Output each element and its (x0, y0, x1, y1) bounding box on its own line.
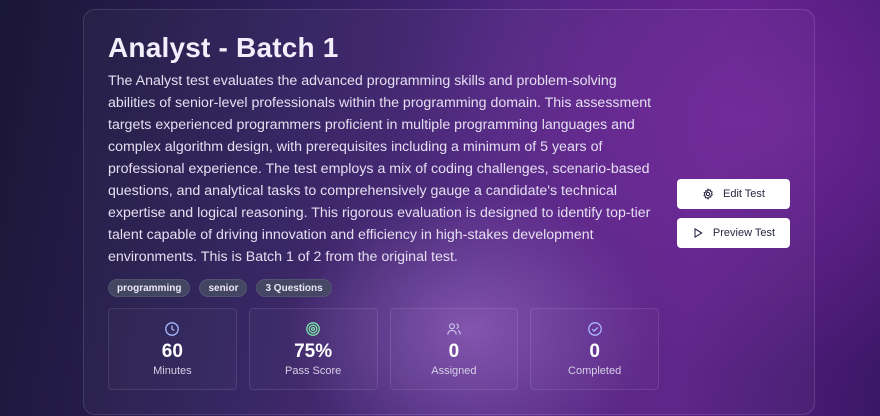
stat-value: 0 (589, 341, 600, 362)
edit-test-button[interactable]: Edit Test (677, 179, 790, 209)
play-icon (694, 227, 703, 239)
stats-row: 60 Minutes 75% Pass Score 0 Assigned 0 C… (108, 308, 659, 390)
edit-test-label: Edit Test (723, 188, 765, 200)
test-description: The Analyst test evaluates the advanced … (108, 73, 652, 265)
gear-icon (703, 188, 714, 200)
stat-label: Pass Score (285, 365, 342, 377)
stat-label: Assigned (431, 365, 477, 377)
tag-senior: senior (199, 279, 248, 297)
stat-pass-score: 75% Pass Score (248, 308, 378, 390)
stat-completed: 0 Completed (530, 308, 659, 390)
stat-value: 0 (448, 341, 460, 362)
test-title: Analyst - Batch 1 (108, 32, 339, 63)
stat-value: 75% (294, 341, 333, 362)
tag-question-count: 3 Questions (256, 279, 332, 297)
preview-test-label: Preview Test (712, 227, 776, 239)
stat-assigned: 0 Assigned (389, 308, 519, 390)
stat-value: 60 (161, 341, 183, 362)
users-icon (447, 323, 461, 335)
tag-programming: programming (108, 279, 191, 297)
stat-label: Minutes (153, 365, 192, 377)
clock-icon (165, 322, 180, 336)
stat-minutes: 60 Minutes (108, 308, 237, 390)
target-icon (306, 322, 320, 336)
preview-test-button[interactable]: Preview Test (677, 218, 790, 248)
stat-label: Completed (568, 365, 622, 377)
check-circle-icon (587, 322, 602, 336)
tag-list: programming senior 3 Questions (108, 279, 332, 297)
